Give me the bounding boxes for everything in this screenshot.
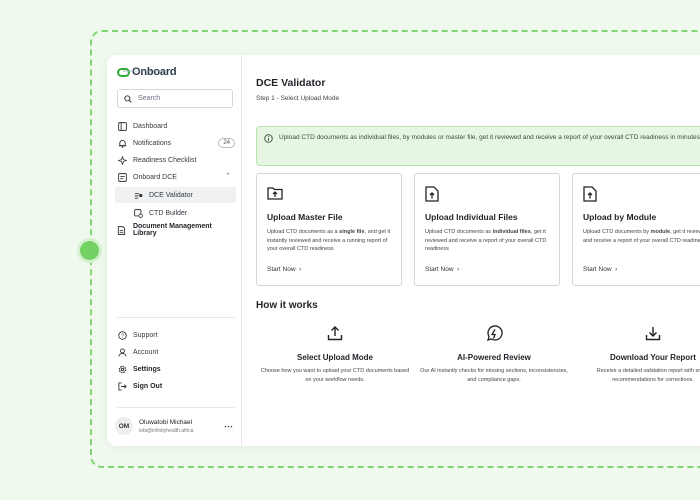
start-now-label: Start Now [267, 266, 296, 273]
start-now-link[interactable]: Start Now › [425, 266, 459, 273]
nav-account-label: Account [133, 348, 159, 356]
nav-ctd-builder-label: CTD Builder [149, 209, 188, 217]
nav-settings-label: Settings [133, 365, 161, 373]
more-options-icon[interactable]: ⋯ [224, 421, 234, 432]
upload-icon [260, 325, 410, 343]
search-icon [124, 94, 132, 103]
document-icon [117, 225, 127, 235]
ai-bolt-icon [419, 325, 569, 343]
nav-account[interactable]: Account [117, 344, 237, 360]
start-now-link[interactable]: Start Now › [267, 266, 301, 273]
how-step-select: Select Upload Mode Choose how you want t… [260, 325, 410, 384]
user-info: Oluwatobi Michael tobi@infinityhealth.af… [139, 419, 194, 434]
card-upload-master-file[interactable]: Upload Master File Upload CTD documents … [256, 173, 402, 286]
nav-dce-validator[interactable]: DCE Validator [115, 187, 236, 203]
dce-icon [117, 172, 127, 182]
connector-dot [80, 241, 99, 260]
nav-readiness-checklist[interactable]: Readiness Checklist [117, 152, 237, 168]
chevron-right-icon: › [299, 266, 302, 273]
card-desc-part: Upload CTD documents as [425, 229, 493, 235]
chevron-right-icon: › [615, 266, 618, 273]
how-step-description: Our AI instantly checks for missing sect… [420, 368, 568, 383]
nav-notifications-label: Notifications [133, 139, 172, 147]
bell-icon [117, 138, 127, 148]
dashboard-icon [117, 121, 127, 131]
file-upload-icon [425, 186, 439, 207]
how-step-review: AI-Powered Review Our AI instantly check… [419, 325, 569, 384]
card-upload-individual-files[interactable]: Upload Individual Files Upload CTD docum… [414, 173, 560, 286]
how-step-title: AI-Powered Review [457, 353, 531, 362]
folder-upload-icon [267, 186, 283, 205]
how-step-download: Download Your Report Receive a detailed … [578, 325, 700, 384]
card-description: Upload CTD documents as a single file, a… [267, 228, 395, 254]
info-icon [264, 134, 273, 147]
sidebar-divider [117, 317, 235, 318]
logo-tagline: Regulatory readiness. First step. [123, 69, 167, 73]
nav-dashboard[interactable]: Dashboard [117, 118, 237, 134]
user-name: Oluwatobi Michael [139, 418, 193, 426]
card-upload-by-module[interactable]: Upload by Module Upload CTD documents by… [572, 173, 700, 286]
user-profile[interactable]: OM Oluwatobi Michael tobi@infinityhealth… [115, 417, 237, 435]
nav-onboard-dce[interactable]: Onboard DCE ⌃ [117, 169, 237, 185]
how-step-description: Receive a detailed validation report wit… [596, 368, 700, 383]
card-desc-part: Upload CTD documents by [583, 229, 651, 235]
main-content: DCE Validator Step 1 - Select Upload Mod… [242, 55, 700, 446]
card-desc-part: Upload CTD documents as a [267, 229, 340, 235]
notifications-count-badge: 24 [218, 138, 235, 148]
card-title: Upload by Module [583, 212, 657, 222]
nav-readiness-label: Readiness Checklist [133, 156, 197, 164]
page-title: DCE Validator [256, 77, 326, 89]
user-email: tobi@infinityhealth.africa [139, 427, 194, 434]
builder-icon [133, 208, 143, 218]
start-now-link[interactable]: Start Now › [583, 266, 617, 273]
module-upload-icon [583, 186, 597, 207]
gear-icon [117, 364, 127, 374]
download-icon [578, 325, 700, 343]
search-placeholder: Search [138, 95, 161, 102]
nav-onboard-dce-label: Onboard DCE [133, 173, 177, 181]
card-desc-highlight: individual files [492, 229, 531, 235]
info-banner: Upload CTD documents as individual files… [256, 126, 700, 166]
card-description: Upload CTD documents as individual files… [425, 228, 553, 254]
step-label: Step 1 - Select Upload Mode [256, 95, 340, 102]
avatar: OM [115, 417, 133, 435]
nav-support[interactable]: ? Support [117, 327, 237, 343]
nav-support-label: Support [133, 331, 158, 339]
nav-document-library[interactable]: Document Management Library [117, 222, 237, 238]
app-window: Onboard Regulatory readiness. First step… [107, 55, 700, 446]
help-icon: ? [117, 330, 127, 340]
nav-document-library-label: Document Management Library [132, 223, 212, 237]
sparkle-icon [117, 155, 127, 165]
start-now-label: Start Now [583, 266, 612, 273]
nav-dce-validator-label: DCE Validator [149, 191, 193, 199]
start-now-label: Start Now [425, 266, 454, 273]
card-desc-highlight: module [650, 229, 671, 235]
info-text: Upload CTD documents as individual files… [279, 134, 700, 141]
nav-notifications[interactable]: Notifications 24 [117, 135, 237, 151]
nav-settings[interactable]: Settings [117, 361, 237, 377]
nav-sign-out-label: Sign Out [133, 382, 163, 390]
card-title: Upload Master File [267, 212, 343, 222]
nav-dashboard-label: Dashboard [133, 122, 168, 130]
how-step-description: Choose how you want to upload your CTD d… [260, 368, 410, 383]
nav-ctd-builder[interactable]: CTD Builder [115, 205, 236, 221]
chevron-right-icon: › [457, 266, 460, 273]
sidebar: Onboard Regulatory readiness. First step… [107, 55, 242, 446]
chevron-up-icon[interactable]: ⌃ [225, 172, 231, 180]
sidebar-divider-bottom [117, 407, 235, 408]
search-input[interactable]: Search [117, 89, 233, 108]
how-step-title: Select Upload Mode [296, 353, 373, 362]
how-step-title: Download Your Report [610, 353, 696, 362]
how-it-works-heading: How it works [256, 300, 318, 311]
validator-icon [133, 190, 143, 200]
svg-text:?: ? [121, 333, 124, 339]
user-icon [117, 347, 127, 357]
card-desc-highlight: single file [339, 229, 365, 235]
card-description: Upload CTD documents by module, get it r… [583, 228, 700, 245]
logout-icon [117, 381, 127, 391]
card-title: Upload Individual Files [425, 212, 518, 222]
nav-sign-out[interactable]: Sign Out [117, 378, 237, 394]
